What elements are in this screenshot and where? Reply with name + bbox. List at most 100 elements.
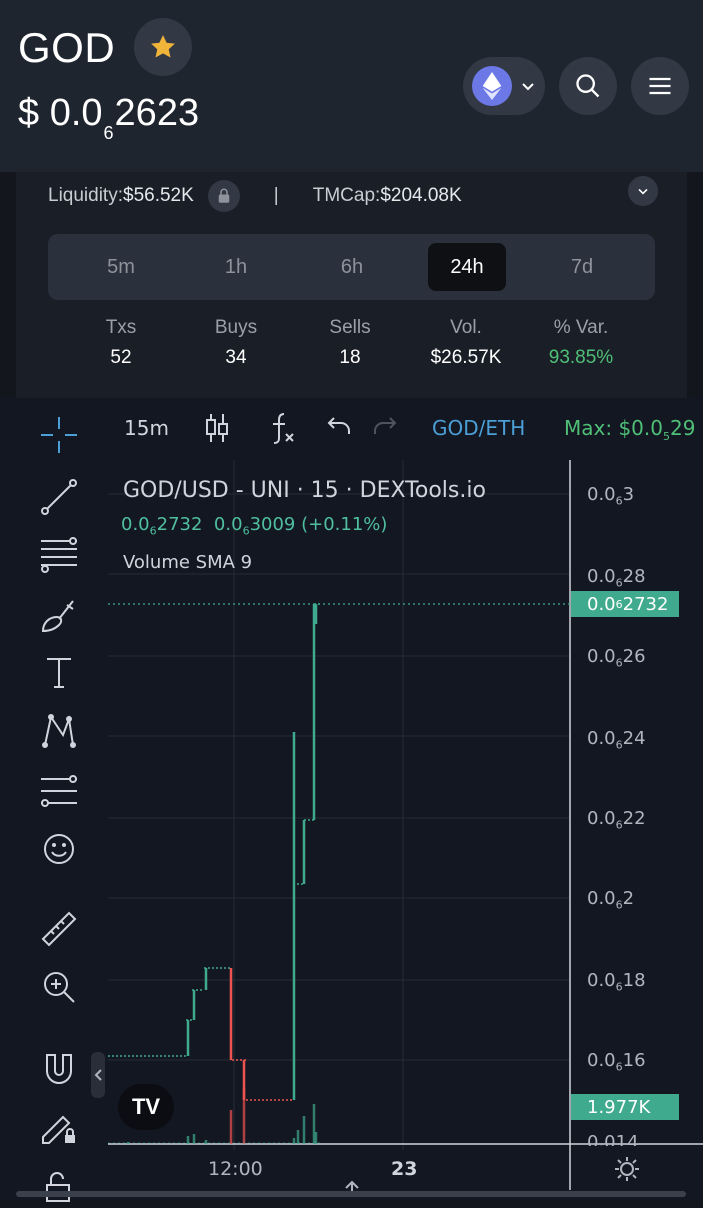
fib-tool[interactable]	[36, 532, 82, 578]
stat-label: Sells	[329, 317, 371, 338]
prediction-icon	[41, 775, 77, 807]
candlestick-icon	[206, 414, 228, 442]
stat-value: $26.57K	[430, 347, 502, 368]
collapse-toolbar-button[interactable]	[91, 1052, 105, 1098]
token-name: GOD	[18, 24, 116, 71]
tmcap-label: TMCap:	[312, 185, 381, 206]
stat-value: 52	[110, 347, 132, 368]
chevron-left-icon	[94, 1069, 102, 1081]
pair-info-panel: Liquidity: $56.52K | TMCap: $204.08K 5m …	[16, 172, 687, 398]
crosshair-tool[interactable]	[36, 412, 82, 458]
search-button[interactable]	[559, 57, 617, 115]
stat-value: 34	[225, 347, 247, 368]
trendline-tool[interactable]	[36, 474, 82, 520]
text-tool[interactable]	[36, 650, 82, 696]
lock-icon[interactable]	[207, 180, 240, 212]
brush-tool[interactable]	[36, 592, 82, 638]
fib-retracement-icon	[41, 537, 77, 573]
expand-info-button[interactable]	[628, 176, 658, 206]
lock-drawing-tool[interactable]	[36, 1104, 82, 1150]
indicators-button[interactable]	[268, 412, 296, 449]
stat-value: 18	[339, 347, 361, 368]
undo-button[interactable]	[326, 414, 352, 445]
redo-icon	[374, 417, 397, 434]
volume-indicator-label: Volume SMA 9	[123, 552, 253, 573]
settings-button[interactable]	[614, 1156, 640, 1187]
crosshair-icon	[41, 417, 77, 453]
chart-area: 15m GOD/ETH Max: $0.0529 GOD/USD - UNI ·…	[0, 398, 703, 1202]
y-axis-label: 0.0626	[587, 646, 646, 670]
pair-selector[interactable]: GOD/ETH	[432, 416, 525, 440]
y-axis-label: 0.062	[587, 888, 635, 912]
tab-1h[interactable]: 1h	[197, 243, 275, 291]
chart-legend-title: GOD/USD - UNI · 15 · DEXTools.io	[123, 478, 486, 503]
ruler-tool[interactable]	[36, 906, 82, 952]
y-axis-label: 0.063	[587, 484, 635, 508]
y-axis-label: 0.0628	[587, 566, 646, 590]
undo-icon	[327, 417, 350, 434]
y-axis-label: 0.014	[587, 1132, 639, 1146]
interval-selector[interactable]: 15m	[124, 416, 169, 440]
ruler-icon	[41, 911, 77, 947]
app-header: GOD $ 0.0 6 2623	[0, 0, 703, 172]
y-axis-label: 0.0624	[587, 728, 646, 752]
redo-button[interactable]	[372, 414, 398, 445]
prediction-tool[interactable]	[36, 768, 82, 814]
stat-label: Txs	[105, 317, 137, 338]
tab-7d[interactable]: 7d	[543, 243, 621, 291]
unlock-tool[interactable]	[36, 1162, 82, 1208]
tradingview-logo[interactable]: TV	[118, 1084, 174, 1130]
zoom-in-icon	[44, 972, 75, 1003]
menu-icon	[649, 77, 671, 95]
favorite-button[interactable]	[134, 18, 192, 76]
home-indicator	[16, 1191, 686, 1197]
liquidity-row: Liquidity: $56.52K | TMCap: $204.08K	[48, 180, 462, 212]
chart-legend-values: 0.062732 0.063009 (+0.11%)	[121, 514, 388, 538]
brush-icon	[41, 600, 74, 633]
stat-label: Buys	[214, 317, 258, 338]
tab-5m[interactable]: 5m	[82, 243, 160, 291]
pattern-tool[interactable]	[36, 708, 82, 754]
last-price-tag: 0.0 6 2732	[571, 591, 679, 617]
tab-6h[interactable]: 6h	[313, 243, 391, 291]
liquidity-label: Liquidity:	[48, 185, 123, 206]
star-icon	[151, 35, 175, 58]
stat-txs: Txs 52	[66, 317, 176, 369]
chain-selector[interactable]	[463, 57, 545, 115]
pattern-icon	[42, 714, 76, 748]
stat-label: % Var.	[553, 317, 609, 338]
function-icon	[273, 413, 294, 444]
timeframe-tabs: 5m 1h 6h 24h 7d	[48, 234, 655, 300]
y-axis-label: 0.0618	[587, 970, 646, 994]
separator: |	[273, 185, 279, 206]
text-icon	[47, 658, 71, 688]
chevron-down-icon	[638, 188, 648, 195]
magnet-tool[interactable]	[36, 1046, 82, 1092]
stat-volume: Vol. $26.57K	[411, 317, 521, 369]
smiley-icon	[44, 834, 74, 864]
stat-buys: Buys 34	[181, 317, 291, 369]
y-axis-label: 0.0622	[587, 808, 646, 832]
x-axis-label: 23	[391, 1158, 418, 1180]
zoom-tool[interactable]	[36, 964, 82, 1010]
menu-button[interactable]	[631, 57, 689, 115]
x-axis-label: 12:00	[208, 1158, 263, 1180]
tab-24h[interactable]: 24h	[428, 243, 506, 291]
pencil-lock-icon	[42, 1115, 75, 1144]
candles-button[interactable]	[204, 412, 230, 449]
emoji-tool[interactable]	[36, 826, 82, 872]
stat-label: Vol.	[450, 317, 482, 338]
tmcap-value: $204.08K	[380, 185, 462, 206]
magnet-icon	[46, 1054, 72, 1084]
search-icon	[576, 74, 600, 98]
stat-variation: % Var. 93.85%	[526, 317, 636, 369]
volume-tag: 1.977K	[571, 1094, 679, 1120]
sun-icon	[615, 1157, 639, 1181]
token-price: $ 0.0 6 2623	[18, 92, 200, 143]
max-price: Max: $0.0529	[564, 416, 696, 443]
chevron-down-icon	[522, 83, 534, 91]
chart-toolbar: 15m GOD/ETH Max: $0.0529	[108, 398, 703, 460]
stat-sells: Sells 18	[295, 317, 405, 369]
y-axis-label: 0.0616	[587, 1050, 646, 1074]
trendline-icon	[41, 479, 77, 515]
